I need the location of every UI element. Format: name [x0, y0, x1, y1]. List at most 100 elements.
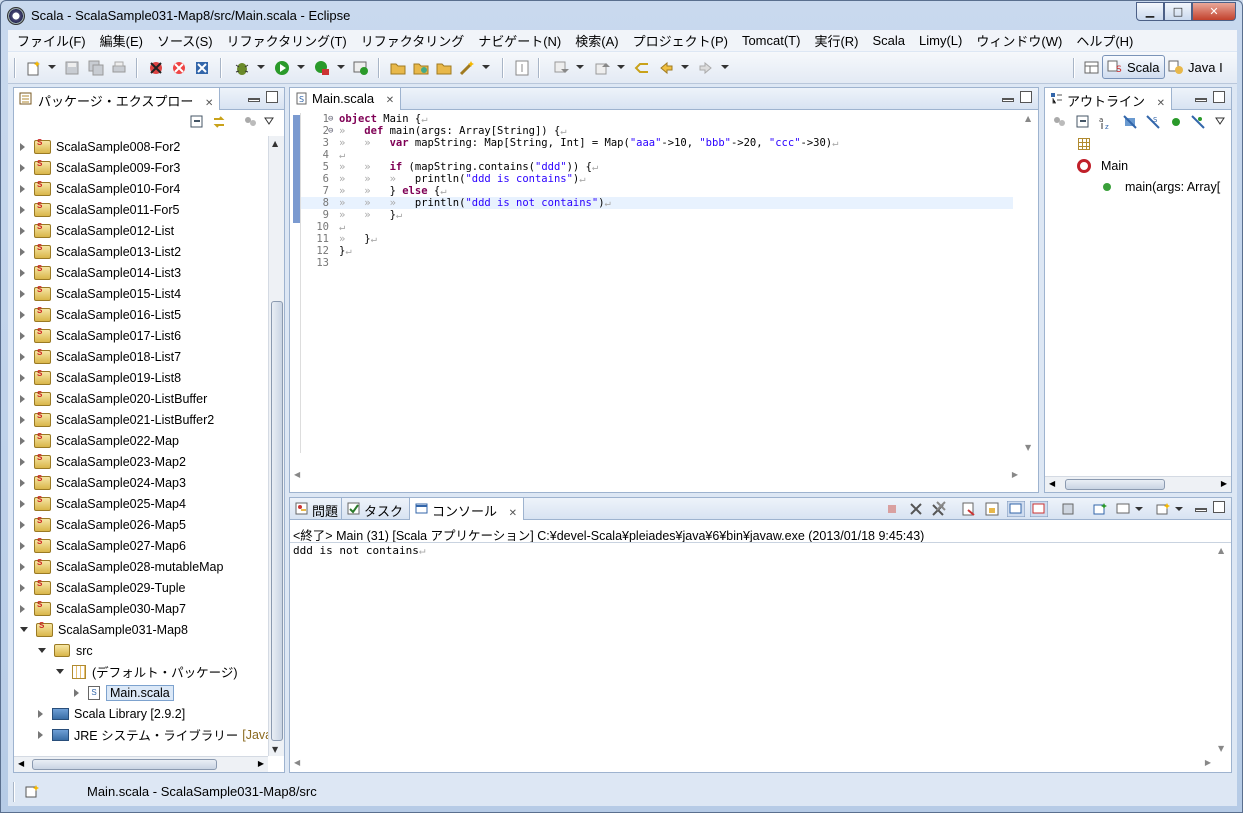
console-close-icon[interactable]: ✕ — [509, 508, 517, 519]
project-item[interactable]: ScalaSample025-Map4 — [20, 493, 186, 514]
expand-arrow-icon[interactable] — [20, 583, 25, 592]
expand-arrow-icon[interactable] — [20, 352, 25, 361]
project-item[interactable]: ScalaSample023-Map2 — [20, 451, 186, 472]
menu-limy[interactable]: Limy(L) — [912, 33, 969, 48]
editor-maximize-icon[interactable] — [1020, 91, 1032, 103]
menu-navigate[interactable]: ナビゲート(N) — [471, 31, 568, 50]
outline-view-menu-icon[interactable] — [1215, 117, 1225, 125]
project-item[interactable]: ScalaSample008-For2 — [20, 136, 180, 157]
menu-window[interactable]: ウィンドウ(W) — [969, 31, 1069, 50]
project-item[interactable]: ScalaSample017-List6 — [20, 325, 181, 346]
external-tools-icon[interactable] — [314, 60, 330, 76]
tree-item-src[interactable]: src — [38, 640, 93, 661]
tab-console[interactable]: コンソール ✕ — [410, 498, 525, 520]
project-item[interactable]: ScalaSample027-Map6 — [20, 535, 186, 556]
console-hscroll[interactable]: ◀ ▶ — [290, 756, 1215, 772]
outline-hscroll[interactable]: ◀ ▶ — [1045, 476, 1231, 492]
prev-annotation-icon[interactable] — [594, 60, 610, 76]
package-explorer-vscroll-thumb[interactable] — [271, 301, 283, 741]
sort-az-icon[interactable]: az — [1099, 114, 1115, 130]
editor-tab-main-scala[interactable]: S Main.scala ✕ — [290, 88, 402, 110]
show-on-stderr-icon[interactable] — [1030, 501, 1048, 517]
expand-arrow-icon[interactable] — [20, 562, 25, 571]
search-dropdown-icon[interactable] — [482, 65, 490, 69]
editor-tab-close-icon[interactable]: ✕ — [386, 95, 394, 106]
scala-test-icon[interactable] — [194, 60, 210, 76]
project-item[interactable]: ScalaSample026-Map5 — [20, 514, 186, 535]
print-icon[interactable] — [111, 60, 127, 76]
project-item[interactable]: ScalaSample029-Tuple — [20, 577, 185, 598]
expand-arrow-icon[interactable] — [74, 688, 79, 697]
run-icon[interactable] — [274, 60, 290, 76]
new-icon[interactable] — [26, 60, 42, 76]
expand-arrow-icon[interactable] — [20, 184, 25, 193]
menu-tomcat[interactable]: Tomcat(T) — [735, 33, 808, 48]
back-dropdown-icon[interactable] — [681, 65, 689, 69]
expand-arrow-icon[interactable] — [20, 520, 25, 529]
pin-console-icon[interactable] — [1061, 502, 1075, 516]
expand-arrow-icon[interactable] — [20, 268, 25, 277]
expand-arrow-icon[interactable] — [20, 478, 25, 487]
tree-item-default-package[interactable]: (デフォルト・パッケージ) — [56, 661, 238, 682]
menu-refactor-2[interactable]: リファクタリング — [354, 31, 471, 50]
tab-problems[interactable]: 問題 — [290, 498, 342, 520]
remove-launch-icon[interactable] — [909, 502, 923, 516]
project-item[interactable]: ScalaSample016-List5 — [20, 304, 181, 325]
project-item[interactable]: ScalaSample020-ListBuffer — [20, 388, 207, 409]
external-tools-dropdown-icon[interactable] — [337, 65, 345, 69]
collapse-all-icon[interactable] — [190, 115, 204, 129]
fold-icon[interactable]: ⊖ — [328, 125, 333, 137]
project-item[interactable]: ScalaSample022-Map — [20, 430, 179, 451]
console-maximize-icon[interactable] — [1213, 501, 1225, 513]
expand-arrow-icon[interactable] — [38, 709, 43, 718]
project-item[interactable]: ScalaSample013-List2 — [20, 241, 181, 262]
hide-fields-icon[interactable] — [1123, 115, 1137, 129]
expand-arrow-icon[interactable] — [20, 394, 25, 403]
tree-item-main-scala[interactable]: S Main.scala — [74, 682, 174, 703]
view-menu-icon[interactable] — [264, 117, 274, 125]
project-item[interactable]: ScalaSample031-Map8 — [20, 619, 188, 640]
maximize-button[interactable]: □ — [1164, 2, 1192, 21]
editor-vscroll[interactable]: ▲ ▼ — [1022, 111, 1038, 454]
project-item[interactable]: ScalaSample010-For4 — [20, 178, 180, 199]
outline-maximize-icon[interactable] — [1213, 91, 1225, 103]
console-output[interactable]: ddd is not contains↵ — [293, 545, 425, 557]
scala-debug-icon[interactable] — [148, 60, 164, 76]
package-explorer-close-icon[interactable]: ✕ — [205, 98, 213, 109]
prev-annotation-dropdown-icon[interactable] — [617, 65, 625, 69]
expand-arrow-icon[interactable] — [20, 142, 25, 151]
open-folder-icon[interactable] — [436, 60, 452, 76]
editor-minimize-icon[interactable] — [1002, 98, 1014, 102]
display-console-icon[interactable] — [1116, 502, 1130, 516]
menu-edit[interactable]: 編集(E) — [93, 31, 150, 50]
expand-arrow-icon[interactable] — [20, 331, 25, 340]
show-on-stdout-icon[interactable] — [1007, 501, 1025, 517]
project-item[interactable]: ScalaSample030-Map7 — [20, 598, 186, 619]
tab-tasks[interactable]: タスク — [342, 498, 410, 520]
expand-arrow-icon[interactable] — [20, 541, 25, 550]
expand-arrow-icon[interactable] — [20, 415, 25, 424]
outline-collapse-all-icon[interactable] — [1076, 115, 1090, 129]
expand-arrow-icon[interactable] — [38, 730, 43, 739]
project-item[interactable]: ScalaSample018-List7 — [20, 346, 181, 367]
collapse-arrow-icon[interactable] — [38, 648, 46, 653]
forward-icon[interactable] — [698, 60, 714, 76]
open-type-icon[interactable] — [390, 60, 406, 76]
expand-arrow-icon[interactable] — [20, 436, 25, 445]
expand-arrow-icon[interactable] — [20, 226, 25, 235]
next-annotation-dropdown-icon[interactable] — [576, 65, 584, 69]
new-console-icon[interactable] — [1093, 502, 1107, 516]
outline-item-main[interactable]: Main — [1077, 155, 1128, 176]
java-perspective-button[interactable]: Java I — [1168, 55, 1223, 79]
debug-dropdown-icon[interactable] — [257, 65, 265, 69]
package-explorer-vscroll[interactable]: ▲ ▼ — [268, 136, 284, 756]
project-item[interactable]: ScalaSample012-List — [20, 220, 174, 241]
expand-arrow-icon[interactable] — [20, 604, 25, 613]
coverage-icon[interactable] — [353, 60, 369, 76]
hide-static-icon[interactable]: S — [1146, 115, 1160, 129]
project-item[interactable]: ScalaSample024-Map3 — [20, 472, 186, 493]
outline-item-main-method[interactable]: main(args: Array[ — [1103, 176, 1220, 197]
editor-hscroll[interactable]: ◀ ▶ — [290, 468, 1022, 484]
expand-arrow-icon[interactable] — [20, 289, 25, 298]
outline-close-icon[interactable]: ✕ — [1157, 98, 1165, 109]
